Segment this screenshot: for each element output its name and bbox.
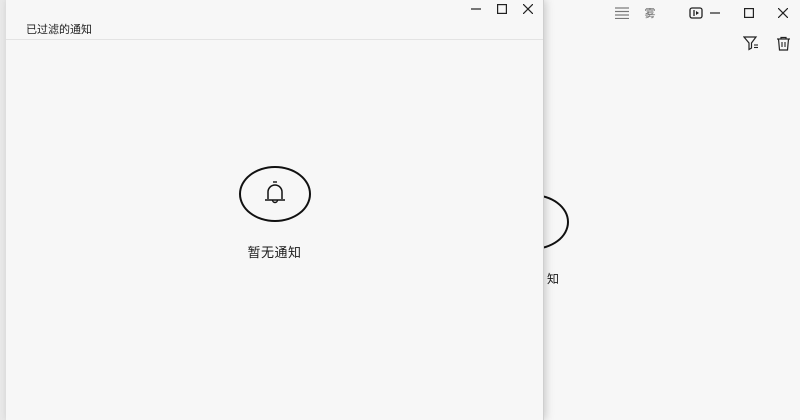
minimize-button[interactable]: [463, 0, 489, 18]
minimize-icon: [710, 12, 720, 14]
filter-button[interactable]: [742, 34, 760, 52]
empty-message: 暂无通知: [247, 246, 302, 261]
delete-all-button[interactable]: [774, 34, 792, 52]
background-actions: [742, 34, 792, 52]
maximize-button[interactable]: [489, 0, 515, 18]
filter-icon: [743, 36, 758, 51]
close-button[interactable]: [515, 0, 541, 18]
desktop: 雾 知 已过滤的通知 暂无通知: [0, 0, 800, 420]
trash-icon: [776, 36, 790, 51]
window-header: 已过滤的通知: [6, 18, 543, 40]
maximize-icon: [497, 4, 507, 14]
background-minimize-button[interactable]: [698, 1, 732, 25]
close-icon: [523, 4, 533, 14]
minimize-icon: [471, 8, 481, 10]
maximize-icon: [744, 8, 754, 18]
background-empty-text: 知: [547, 272, 560, 286]
background-close-button[interactable]: [766, 1, 800, 25]
window-title: 已过滤的通知: [26, 23, 92, 36]
background-maximize-button[interactable]: [732, 1, 766, 25]
bell-icon: [264, 181, 285, 204]
foreground-titlebar: [6, 0, 543, 18]
filtered-notifications-window: 已过滤的通知 暂无通知: [6, 0, 544, 420]
close-icon: [778, 8, 788, 18]
bell-icon-circle: [238, 166, 311, 222]
empty-state: 暂无通知: [6, 166, 543, 261]
